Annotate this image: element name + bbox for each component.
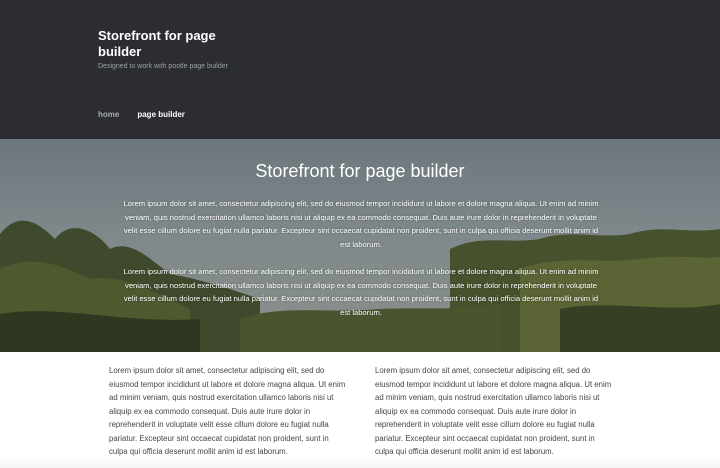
site-header: Storefront for page builder Designed to … — [0, 0, 720, 139]
content-fade — [0, 458, 720, 468]
nav-item-home[interactable]: home — [98, 110, 119, 119]
primary-navigation: home page builder — [98, 110, 185, 119]
hero-title: Storefront for page builder — [255, 161, 465, 181]
hero-paragraph: Lorem ipsum dolor sit amet, consectetur … — [123, 199, 599, 249]
site-description: Designed to work with pootle page builde… — [98, 63, 228, 70]
content-section: Lorem ipsum dolor sit amet, consectetur … — [0, 352, 720, 468]
content-column-right: Lorem ipsum dolor sit amet, consectetur … — [375, 366, 612, 456]
nav-item-page-builder[interactable]: page builder — [137, 110, 185, 119]
content-column-left: Lorem ipsum dolor sit amet, consectetur … — [109, 366, 346, 456]
hero-paragraph: Lorem ipsum dolor sit amet, consectetur … — [123, 267, 599, 317]
hero-banner: Storefront for page builder Lorem ipsum … — [0, 139, 720, 352]
site-title[interactable]: Storefront for page builder — [98, 28, 248, 60]
